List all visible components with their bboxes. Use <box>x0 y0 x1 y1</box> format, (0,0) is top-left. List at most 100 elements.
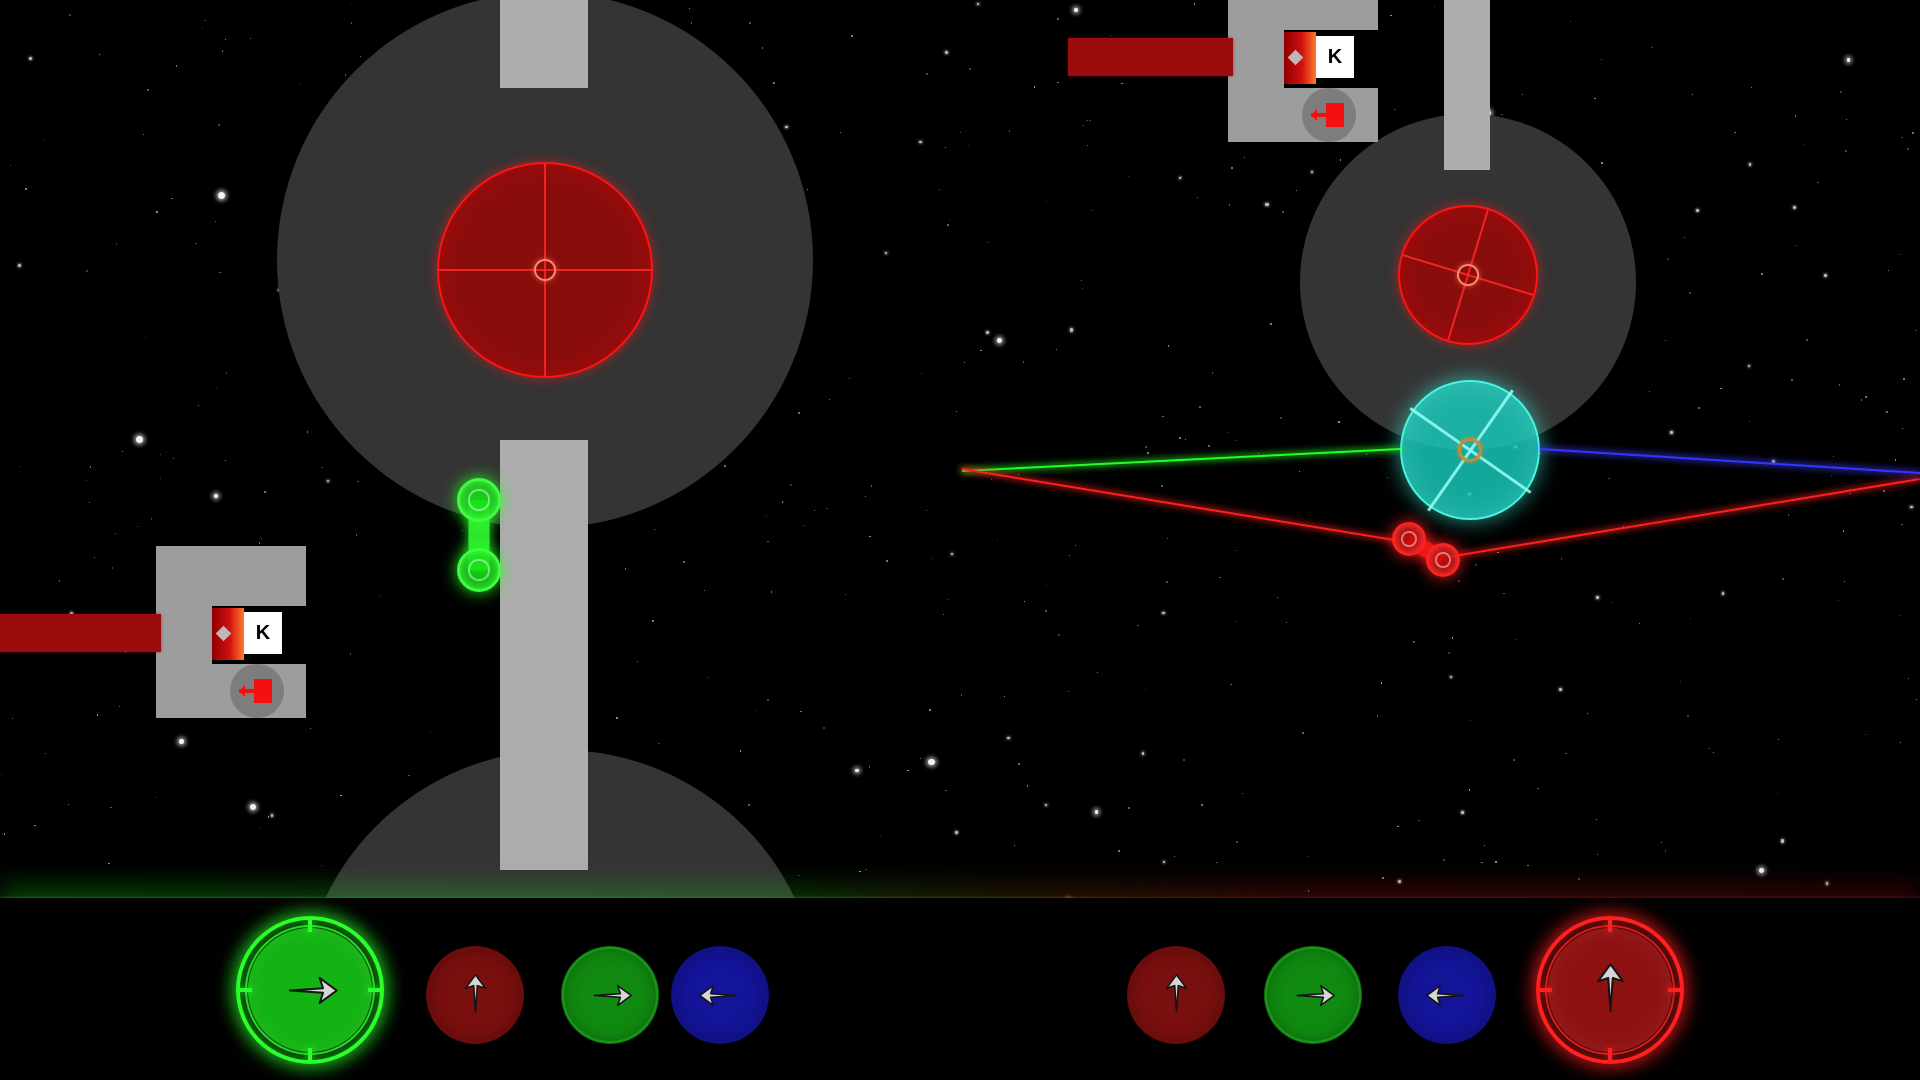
star <box>89 466 92 468</box>
star <box>221 50 224 52</box>
star <box>1495 861 1497 863</box>
star <box>1386 476 1388 479</box>
star <box>1909 505 1913 509</box>
star <box>1413 641 1416 643</box>
star <box>1389 14 1392 17</box>
star <box>864 495 867 498</box>
star <box>987 241 989 243</box>
star <box>1230 683 1232 686</box>
star <box>1901 136 1903 139</box>
star <box>115 533 116 534</box>
thruster-green-right[interactable] <box>561 946 659 1044</box>
star <box>1165 581 1168 584</box>
star <box>929 709 931 711</box>
station-reverse-knob[interactable] <box>1302 88 1356 142</box>
star <box>1162 611 1166 615</box>
star <box>1679 680 1682 683</box>
star <box>789 484 792 487</box>
star <box>761 47 764 49</box>
thruster-darkred-up[interactable] <box>426 946 524 1044</box>
star <box>119 705 121 707</box>
star <box>1285 621 1288 623</box>
station-left[interactable]: K <box>0 546 316 736</box>
star <box>767 541 769 543</box>
star <box>1044 803 1048 807</box>
thruster-blue-left-2[interactable] <box>1398 946 1496 1044</box>
star <box>1833 455 1834 457</box>
star <box>136 436 143 443</box>
thruster-green-right-active[interactable] <box>236 916 384 1064</box>
star <box>320 864 322 866</box>
star <box>1017 763 1020 765</box>
star <box>926 73 928 75</box>
star <box>1096 671 1098 673</box>
star <box>1751 87 1752 89</box>
star <box>1903 378 1905 380</box>
star <box>462 529 464 531</box>
star <box>1120 82 1123 85</box>
star <box>839 132 841 134</box>
star <box>1026 784 1029 787</box>
node-inner-ring <box>1435 552 1451 568</box>
star <box>1733 131 1736 134</box>
star <box>1282 211 1284 213</box>
star <box>355 534 358 536</box>
star <box>321 467 323 469</box>
star <box>948 219 950 222</box>
cyan-rotor <box>1400 380 1540 520</box>
star <box>942 613 944 615</box>
star <box>976 2 980 6</box>
star <box>1074 8 1079 13</box>
star <box>1894 459 1897 461</box>
star <box>765 515 767 517</box>
star <box>1502 592 1505 595</box>
star <box>201 26 203 28</box>
star <box>1795 115 1797 117</box>
star <box>1483 844 1485 846</box>
station-top-right[interactable]: K <box>1068 0 1388 160</box>
star <box>1068 690 1070 692</box>
star <box>408 774 410 776</box>
star <box>1376 715 1379 717</box>
star <box>1298 470 1300 472</box>
node-inner-ring <box>468 559 490 581</box>
station-key-indicator[interactable]: K <box>244 612 282 654</box>
star <box>1782 577 1785 580</box>
star <box>704 589 706 591</box>
star <box>1045 609 1048 612</box>
star <box>848 378 850 380</box>
star <box>1664 850 1667 853</box>
star <box>99 54 101 55</box>
station-reverse-knob[interactable] <box>230 664 284 718</box>
star <box>430 731 432 733</box>
star <box>1906 148 1909 150</box>
thruster-blue-left[interactable] <box>671 946 769 1044</box>
star <box>1475 563 1478 566</box>
star <box>259 827 261 829</box>
star <box>1306 856 1308 858</box>
arrow-right-icon <box>282 962 339 1019</box>
star <box>44 752 47 755</box>
star <box>1145 446 1147 448</box>
star <box>797 412 800 415</box>
star <box>86 270 89 273</box>
star <box>179 739 184 744</box>
star <box>108 862 110 865</box>
thruster-red-up-active[interactable] <box>1536 916 1684 1064</box>
thruster-green-right-2[interactable] <box>1264 946 1362 1044</box>
star <box>1720 387 1722 389</box>
star <box>1449 675 1453 679</box>
star <box>749 22 751 24</box>
star <box>1058 633 1061 636</box>
thruster-darkred-up-2[interactable] <box>1127 946 1225 1044</box>
star <box>1865 396 1868 398</box>
star <box>1648 390 1650 392</box>
star <box>1382 877 1384 879</box>
star <box>1235 550 1236 551</box>
star <box>658 742 660 745</box>
star <box>969 68 972 70</box>
station-key-indicator[interactable]: K <box>1316 36 1354 78</box>
star <box>1270 323 1272 325</box>
star <box>804 524 806 526</box>
star <box>260 538 262 539</box>
